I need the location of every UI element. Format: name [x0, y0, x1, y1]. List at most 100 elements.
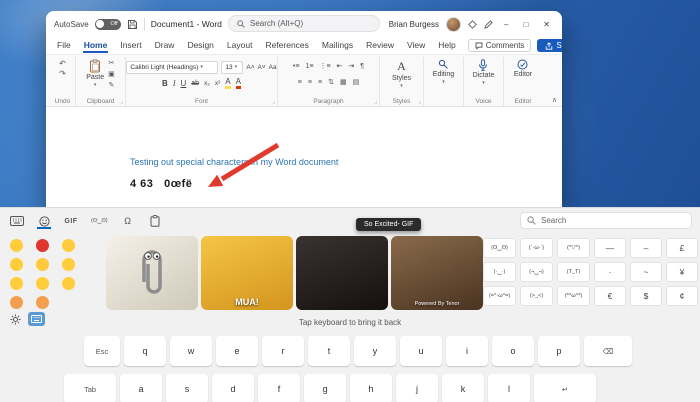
tab-insert[interactable]: Insert — [119, 38, 142, 53]
key-r[interactable]: r — [262, 336, 304, 366]
key-k[interactable]: k — [442, 374, 484, 402]
tab-file[interactable]: File — [56, 38, 72, 53]
tab-design[interactable]: Design — [186, 38, 214, 53]
key-e[interactable]: e — [216, 336, 258, 366]
key-f[interactable]: f — [258, 374, 300, 402]
shading-button[interactable]: ▦ — [340, 78, 347, 88]
grow-font-button[interactable]: A˄ — [246, 64, 254, 71]
avatar[interactable] — [446, 17, 461, 32]
align-left-button[interactable]: ≡ — [298, 78, 302, 88]
kaomoji-key[interactable]: (¬‿¬) — [520, 262, 553, 282]
font-size-combo[interactable]: 13 ▾ — [221, 61, 243, 74]
panel-search-box[interactable]: Search — [520, 212, 692, 229]
kaomoji-key[interactable]: (>_<) — [520, 286, 553, 306]
document-canvas[interactable]: Testing out special characters in my Wor… — [46, 107, 562, 207]
word-search-box[interactable]: Search (Alt+Q) — [228, 15, 380, 32]
symbol-key[interactable]: ¥ — [666, 262, 698, 282]
font-color-button[interactable]: A — [236, 78, 241, 89]
emoji[interactable] — [36, 239, 49, 252]
symbol-key[interactable]: ~ — [630, 262, 662, 282]
key-u[interactable]: u — [400, 336, 442, 366]
symbol-key[interactable]: – — [630, 238, 662, 258]
key-w[interactable]: w — [170, 336, 212, 366]
highlight-color-button[interactable]: A — [225, 78, 230, 89]
key-tab[interactable]: Tab — [64, 374, 116, 402]
shrink-font-button[interactable]: A˅ — [258, 64, 266, 71]
key-i[interactable]: i — [446, 336, 488, 366]
cut-icon[interactable]: ✂ — [108, 59, 115, 69]
underline-button[interactable]: U — [180, 79, 186, 88]
autosave-toggle[interactable]: Off — [95, 19, 121, 30]
align-center-button[interactable]: ≡ — [308, 78, 312, 88]
superscript-button[interactable]: x² — [215, 80, 220, 87]
increase-indent-button[interactable]: ⇥ — [348, 62, 354, 72]
emoji[interactable] — [10, 239, 23, 252]
styles-button[interactable]: A Styles ▾ — [392, 59, 411, 89]
emoji[interactable] — [62, 258, 75, 271]
tab-mailings[interactable]: Mailings — [321, 38, 354, 53]
key-s[interactable]: s — [166, 374, 208, 402]
clipboard-dialog-launcher-icon[interactable]: ⌟ — [120, 98, 123, 105]
minimize-button[interactable]: – — [500, 18, 512, 31]
key-g[interactable]: g — [304, 374, 346, 402]
tab-references[interactable]: References — [264, 38, 309, 53]
save-icon[interactable] — [127, 19, 138, 30]
emoji[interactable] — [36, 258, 49, 271]
redo-icon[interactable]: ↷ — [59, 69, 66, 79]
symbols-tab[interactable]: Ω — [121, 213, 135, 229]
pencil-icon[interactable] — [484, 20, 493, 29]
key-enter[interactable]: ↵ — [534, 374, 596, 402]
borders-button[interactable]: ▤ — [353, 78, 360, 88]
key-o[interactable]: o — [492, 336, 534, 366]
tab-layout[interactable]: Layout — [226, 38, 254, 53]
italic-button[interactable]: I — [173, 79, 176, 88]
paste-button[interactable]: Paste ▾ — [86, 59, 104, 88]
tab-review[interactable]: Review — [365, 38, 395, 53]
styles-dialog-launcher-icon[interactable]: ⌟ — [418, 98, 421, 105]
key-d[interactable]: d — [212, 374, 254, 402]
comments-button[interactable]: Comments — [468, 39, 532, 52]
key-p[interactable]: p — [538, 336, 580, 366]
editing-button[interactable]: Editing ▾ — [433, 59, 454, 85]
editor-button[interactable]: Editor — [514, 59, 532, 78]
emoji[interactable] — [36, 277, 49, 290]
copy-icon[interactable]: ▣ — [108, 70, 115, 80]
kaomoji-key[interactable]: (*^ω^*) — [557, 286, 590, 306]
keyboard-switch-icon[interactable] — [10, 213, 24, 229]
subscript-button[interactable]: x₂ — [204, 80, 210, 87]
diamond-icon[interactable] — [468, 20, 477, 29]
numbering-button[interactable]: 1≡ — [305, 62, 313, 72]
undo-icon[interactable]: ↶ — [59, 59, 66, 69]
strikethrough-button[interactable]: ab — [191, 80, 199, 87]
paragraph-dialog-launcher-icon[interactable]: ⌟ — [374, 98, 377, 105]
close-button[interactable]: ✕ — [539, 18, 554, 31]
gif-tile-so-excited[interactable]: Powered By Tenor — [391, 236, 483, 310]
bold-button[interactable]: B — [162, 79, 168, 88]
key-j[interactable]: j — [396, 374, 438, 402]
change-case-button[interactable]: Aa — [269, 64, 277, 71]
kaomoji-key[interactable]: (ʘ‿ʘ) — [483, 238, 516, 258]
emoji[interactable] — [62, 239, 75, 252]
tab-home[interactable]: Home — [83, 38, 109, 53]
align-right-button[interactable]: ≡ — [318, 78, 322, 88]
symbol-key[interactable]: £ — [666, 238, 698, 258]
maximize-button[interactable]: □ — [519, 18, 532, 31]
emoji[interactable] — [10, 258, 23, 271]
key-l[interactable]: l — [488, 374, 530, 402]
tab-draw[interactable]: Draw — [154, 38, 176, 53]
emoji-tab-icon[interactable] — [37, 213, 51, 229]
key-a[interactable]: a — [120, 374, 162, 402]
symbol-key[interactable]: — — [594, 238, 626, 258]
line-spacing-button[interactable]: ⇅ — [328, 78, 334, 88]
dictate-button[interactable]: Dictate ▾ — [473, 59, 495, 86]
font-name-combo[interactable]: Calibri Light (Headings) ▾ — [126, 61, 218, 74]
gif-tile-clippy[interactable] — [106, 236, 198, 310]
symbol-key[interactable]: · — [594, 262, 626, 282]
kaomoji-key[interactable]: (^▽^) — [557, 238, 590, 258]
pilcrow-button[interactable]: ¶ — [360, 62, 364, 72]
multilevel-list-button[interactable]: ⋮≡ — [319, 62, 330, 72]
kaomoji-key[interactable]: (T_T) — [557, 262, 590, 282]
tab-view[interactable]: View — [406, 38, 426, 53]
bullets-button[interactable]: •≡ — [293, 62, 300, 72]
kaomoji-key[interactable]: (·‿·) — [483, 262, 516, 282]
